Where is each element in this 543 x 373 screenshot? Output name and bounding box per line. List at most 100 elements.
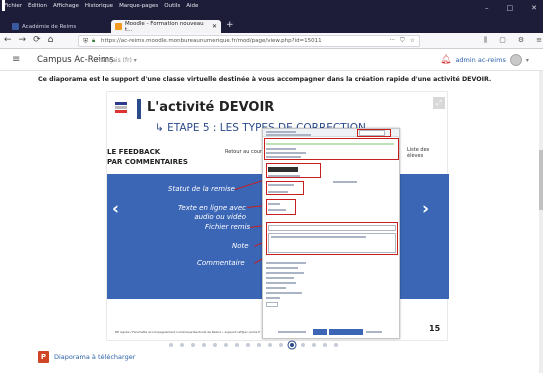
user-name[interactable]: admin ac-reims [455,56,505,64]
forward-arrow-icon[interactable]: → [19,35,27,45]
pager-dot[interactable] [312,343,316,347]
slide-title: L'activité DEVOIR [147,100,275,115]
grading-screenshot [262,128,400,339]
settings-icon[interactable]: ⚙ [518,36,524,45]
pager-dot[interactable] [301,343,305,347]
site-favicon-icon [12,23,19,30]
pager-dot[interactable] [213,343,217,347]
close-tab-icon[interactable]: ✕ [212,23,217,30]
url-bar[interactable]: ⛨ 🔒︎ https://ac-reims.moodle.monbureaunu… [78,35,420,47]
slide-number: 15 [429,324,441,333]
tab-moodle-active[interactable]: Moodle - Formation nouveau t... ✕ [111,20,221,33]
pager-dot-active[interactable] [290,343,294,347]
title-accent-bar [137,99,141,119]
menu-outils[interactable]: Outils [164,3,180,9]
download-row: P Diaporama à télécharger [38,351,135,363]
drawer-menu-icon[interactable]: ≡ [12,54,20,65]
fullscreen-icon[interactable]: ⤢ [433,97,445,109]
slide-footer: DE Agnès / Fanchette accompagnement numé… [115,330,261,334]
toolbar-right: ⫼ ▢ ⚙ ≡ [484,36,542,45]
label-fichier: Fichier remis [205,223,251,231]
navigation-bar: ← → ⟳ ⌂ ⛨ 🔒︎ https://ac-reims.moodle.mon… [0,33,543,49]
liste-label: Liste des élèves [407,147,430,159]
highlight-user [357,129,391,137]
retour-label: Retour au cours [225,149,265,155]
pager-dot[interactable] [323,343,327,347]
window-controls: – □ ✕ [485,4,537,12]
menu-aide[interactable]: Aide [186,3,198,9]
title-bar: Fichier Édition Affichage Historique Mar… [0,0,543,19]
sidebar-icon[interactable]: ▢ [499,36,506,45]
feedback-heading-line2: PAR COMMENTAIRES [107,158,188,166]
pocket-icon[interactable]: ⛉ [400,37,405,45]
home-icon[interactable]: ⌂ [48,35,54,45]
maximize-button[interactable]: □ [507,4,514,12]
pager-dot[interactable] [191,343,195,347]
page-scrollbar[interactable] [539,71,543,373]
url-text[interactable]: https://ac-reims.moodle.monbureaunumeriq… [101,38,322,44]
pager-dot[interactable] [257,343,261,347]
pager-dot[interactable] [246,343,250,347]
pager-dot[interactable] [169,343,173,347]
moodle-favicon-icon [115,23,122,30]
page-actions-icon[interactable]: ··· [389,37,395,45]
pager-dot[interactable] [334,343,338,347]
new-tab-button[interactable]: + [226,19,234,32]
language-selector[interactable]: Français (fr) ▾ [96,57,137,64]
presentation-slide: L'activité DEVOIR ↳ ETAPE 5 : LES TYPES … [106,91,449,341]
menu-bar: Fichier Édition Affichage Historique Mar… [4,3,198,9]
menu-fichier[interactable]: Fichier [4,3,22,9]
user-menu[interactable]: 🔔︎ admin ac-reims ▾ [440,54,529,66]
pager-dot[interactable] [235,343,239,347]
label-note: Note [232,242,249,250]
pager-dot[interactable] [268,343,272,347]
minimize-button[interactable]: – [485,4,489,12]
tab-label: Moodle - Formation nouveau t... [124,20,204,33]
pager-dot[interactable] [202,343,206,347]
feedback-heading: LE FEEDBACK PAR COMMENTAIRES [107,147,188,167]
close-window-button[interactable]: ✕ [531,4,537,12]
menu-affichage[interactable]: Affichage [53,3,79,9]
highlight-texte [266,163,321,178]
powerpoint-icon[interactable]: P [38,351,49,363]
highlight-note [266,199,296,215]
slide-pager [169,343,338,347]
highlight-fichier [266,181,304,195]
library-icon[interactable]: ⫼ [484,36,487,45]
previous-slide-button[interactable]: ‹ [112,199,119,219]
shield-icon[interactable]: ⛨ [83,37,88,46]
next-slide-button[interactable]: › [422,199,429,219]
pager-dot[interactable] [279,343,283,347]
tab-label: Académie de Reims [22,23,77,30]
page-content: Ce diaporama est le support d'une classe… [0,71,543,373]
pager-dot[interactable] [224,343,228,347]
academy-logo [115,102,127,114]
menu-historique[interactable]: Historique [85,3,113,9]
pager-dot[interactable] [180,343,184,347]
menu-marque-pages[interactable]: Marque-pages [119,3,158,9]
label-texte: Texte en ligne avec audio ou vidéo [178,204,246,222]
menu-edition[interactable]: Édition [28,3,47,9]
feedback-heading-line1: LE FEEDBACK [107,148,161,156]
chevron-down-icon[interactable]: ▾ [526,57,529,64]
tab-strip: Académie de Reims ✕ Moodle - Formation n… [0,19,543,33]
back-arrow-icon[interactable]: ← [4,35,12,45]
lock-icon[interactable]: 🔒︎ [92,37,95,45]
avatar[interactable] [509,54,522,66]
download-link[interactable]: Diaporama à télécharger [54,353,135,361]
bookmark-star-icon[interactable]: ☆ [410,37,415,45]
browser-window: Fichier Édition Affichage Historique Mar… [0,0,543,373]
label-statut: Statut de la remise [168,185,235,193]
scrollbar-thumb[interactable] [539,150,543,210]
nav-buttons: ← → ⟳ ⌂ [4,35,53,45]
url-actions: ··· ⛉ ☆ [389,37,415,45]
site-header: ≡ Campus Ac-Reims Français (fr) ▾ 🔔︎ adm… [0,49,543,71]
hamburger-menu-icon[interactable]: ≡ [536,36,542,45]
reload-icon[interactable]: ⟳ [33,35,41,45]
highlight-statut [264,138,399,160]
label-commentaire: Commentaire [197,259,245,267]
label-texte-line1: Texte en ligne avec [178,204,246,212]
tab-academie[interactable]: Académie de Reims ✕ [8,20,126,33]
highlight-commentaire [266,222,398,255]
notification-bell-icon[interactable]: 🔔︎ [440,55,451,65]
